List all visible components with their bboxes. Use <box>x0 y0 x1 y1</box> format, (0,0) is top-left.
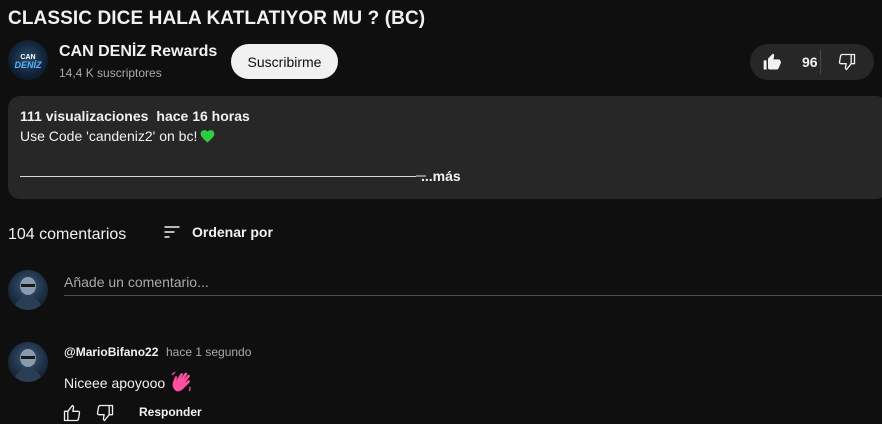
sort-icon <box>164 226 180 238</box>
thumbs-down-icon <box>838 53 856 71</box>
description-divider <box>20 175 426 177</box>
green-heart-icon <box>200 130 215 143</box>
subscribe-button[interactable]: Suscribirme <box>231 44 338 79</box>
svg-text:DENİZ: DENİZ <box>15 60 43 70</box>
thumbs-down-icon <box>96 404 114 422</box>
like-dislike-group: 96 <box>750 44 874 80</box>
comment-body: Niceee apoyooo <box>64 375 166 391</box>
channel-avatar[interactable]: CAN DENİZ <box>8 40 48 80</box>
description-box[interactable]: 111 visualizaciones hace 16 horas Use Cod… <box>8 96 882 199</box>
reply-button[interactable]: Responder <box>139 405 202 419</box>
avatar-image <box>14 277 42 310</box>
comment-text: Niceee apoyooo <box>64 370 193 394</box>
subscriber-count: 14,4 K suscriptores <box>59 66 162 80</box>
avatar-image <box>14 349 42 382</box>
current-user-avatar <box>8 270 48 310</box>
description-line: Use Code 'candeniz2' on bc! <box>20 128 198 144</box>
like-button[interactable]: 96 <box>750 44 820 80</box>
channel-name[interactable]: CAN DENİZ Rewards <box>59 43 217 61</box>
comment-author[interactable]: @MarioBifano22 <box>64 345 158 359</box>
video-meta: 111 visualizaciones hace 16 horas <box>20 108 250 124</box>
waving-hand-icon <box>171 371 191 392</box>
like-count: 96 <box>802 54 818 70</box>
comment-like-button[interactable] <box>62 403 82 423</box>
channel-logo: CAN DENİZ <box>15 54 43 70</box>
sort-button[interactable]: Ordenar por <box>162 222 273 242</box>
commenter-avatar[interactable] <box>8 342 48 382</box>
upload-time: hace 16 horas <box>156 108 250 124</box>
description-text: Use Code 'candeniz2' on bc! <box>20 128 215 144</box>
thumbs-up-icon <box>63 404 81 422</box>
thumbs-up-filled-icon <box>763 53 781 70</box>
add-comment-input[interactable] <box>64 268 882 296</box>
video-title: CLASSIC DICE HALA KATLATIYOR MU ? (BC) <box>8 8 426 29</box>
comment-dislike-button[interactable] <box>95 403 115 423</box>
sort-label: Ordenar por <box>192 224 273 240</box>
show-more-link[interactable]: ...más <box>421 168 461 184</box>
comment-time[interactable]: hace 1 segundo <box>166 345 251 359</box>
dislike-button[interactable] <box>821 44 873 80</box>
comment-count: 104 comentarios <box>8 226 127 243</box>
view-count: 111 visualizaciones <box>20 108 149 124</box>
